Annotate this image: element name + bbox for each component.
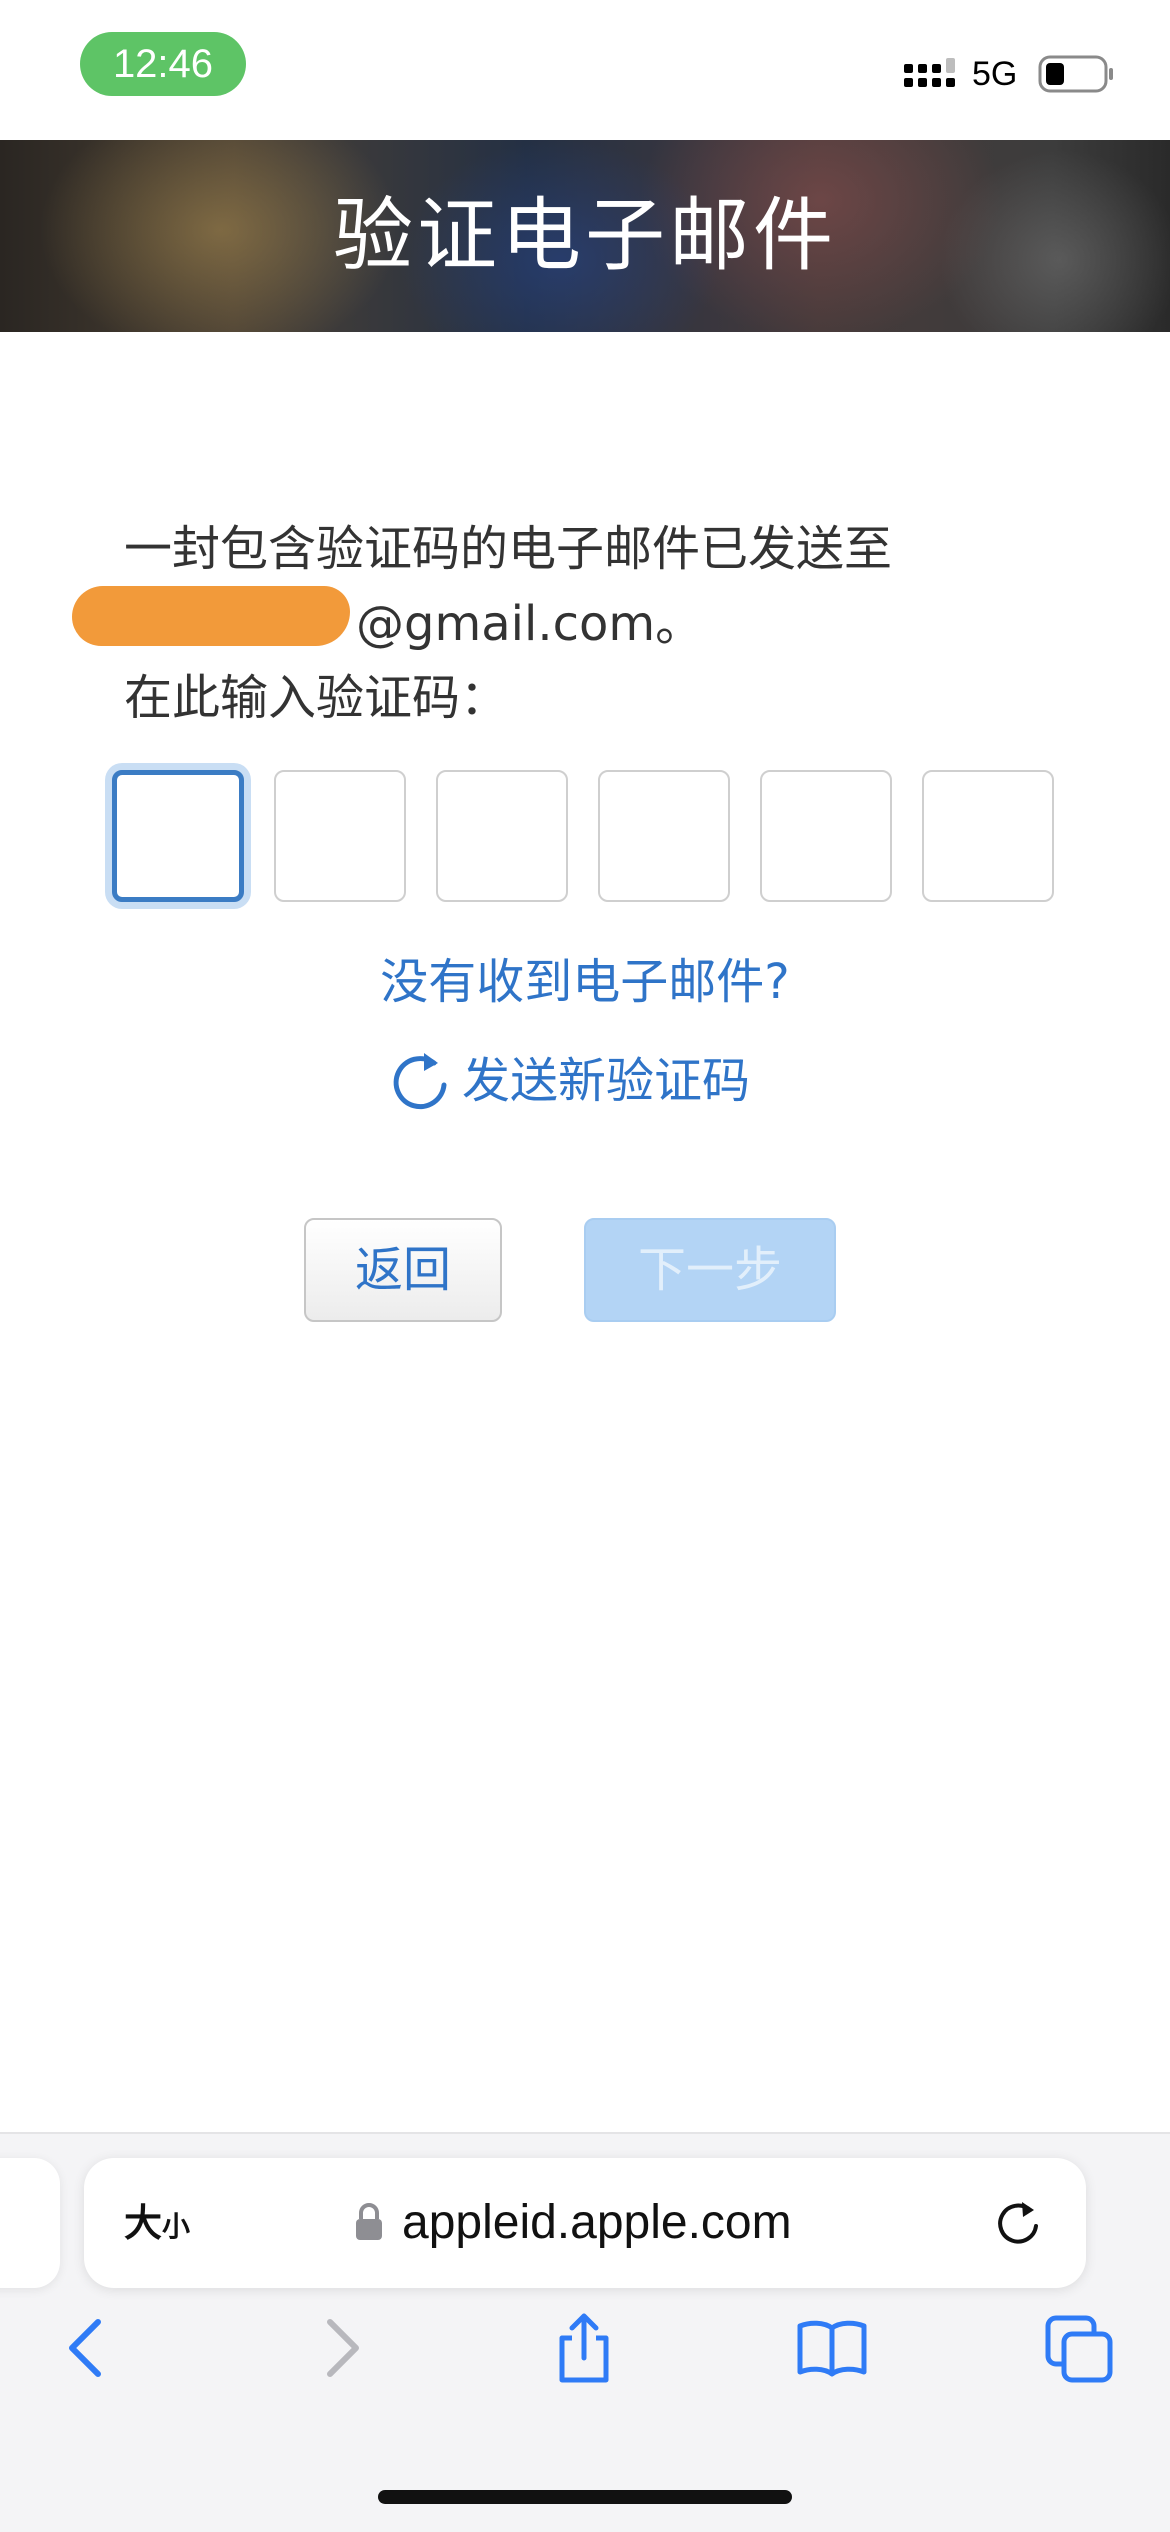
network-label: 5G [972,55,1018,93]
url-text[interactable]: appleid.apple.com [402,2158,792,2288]
code-digit-2[interactable] [274,770,406,902]
message-line-email: @gmail.com。 [72,586,1084,661]
home-indicator [378,2490,792,2504]
verification-message: 一封包含验证码的电子邮件已发送至 @gmail.com。 在此输入验证码： [72,512,1084,735]
back-button[interactable]: 返回 [304,1218,502,1322]
cellular-signal-icon [904,58,955,87]
status-bar: 12:46 5G [0,0,1170,140]
previous-tab-card[interactable] [0,2158,60,2288]
verification-code-inputs [108,770,1062,906]
status-time: 12:46 [80,32,246,96]
screen: 12:46 5G 验证电子邮件 一封包含验证码的电子邮件已发送至 @gmail.… [0,0,1170,2532]
share-icon[interactable] [548,2312,620,2384]
text-size-big: 大 [124,2201,163,2245]
lock-icon [356,2203,382,2240]
header-banner: 验证电子邮件 [0,140,1170,332]
resend-code-label: 发送新验证码 [462,1053,751,1109]
resend-code-link[interactable]: 发送新验证码 [390,1046,750,1116]
page-title: 验证电子邮件 [333,189,837,282]
bookmarks-icon[interactable] [796,2312,868,2384]
email-redaction-mark [72,586,350,646]
back-arrow-icon[interactable] [52,2312,124,2384]
forward-arrow-icon[interactable] [304,2312,376,2384]
address-bar[interactable]: 大小 appleid.apple.com [84,2158,1086,2288]
message-line-instruction: 在此输入验证码： [124,670,509,726]
no-email-received-link[interactable]: 没有收到电子邮件? [0,950,1170,1014]
reload-icon[interactable] [992,2198,1044,2250]
email-suffix: @gmail.com。 [356,596,704,652]
code-digit-3[interactable] [436,770,568,902]
code-digit-1[interactable] [112,770,244,902]
tabs-icon[interactable] [1044,2312,1116,2384]
battery-icon [1038,55,1113,93]
next-step-button[interactable]: 下一步 [584,1218,836,1322]
browser-toolbar [0,2290,1170,2400]
code-digit-6[interactable] [922,770,1054,902]
code-digit-4[interactable] [598,770,730,902]
message-line-sent: 一封包含验证码的电子邮件已发送至 [124,521,893,577]
code-digit-5[interactable] [760,770,892,902]
text-size-small: 小 [162,2210,191,2243]
refresh-icon [393,1053,447,1110]
text-size-button[interactable]: 大小 [124,2158,190,2288]
